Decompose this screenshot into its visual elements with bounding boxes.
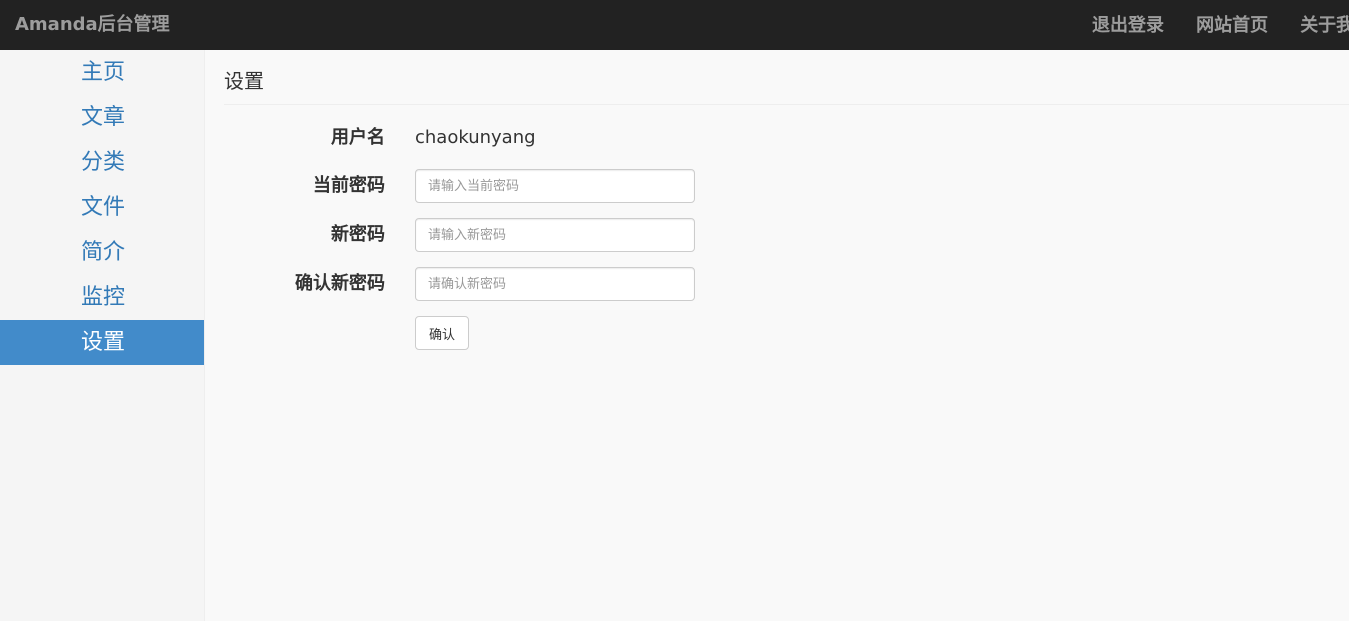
brand-logo[interactable]: Amanda后台管理 — [15, 0, 170, 50]
logout-link[interactable]: 退出登录 — [1092, 0, 1164, 50]
about-me-link[interactable]: 关于我 — [1300, 0, 1349, 50]
new-password-input[interactable] — [415, 218, 695, 252]
confirm-button[interactable]: 确认 — [415, 316, 469, 350]
current-password-label: 当前密码 — [313, 175, 385, 196]
site-home-link[interactable]: 网站首页 — [1196, 0, 1268, 50]
sidebar-item-files[interactable]: 文件 — [0, 185, 204, 230]
sidebar-item-settings[interactable]: 设置 — [0, 320, 204, 365]
sidebar: 主页 文章 分类 文件 简介 监控 设置 — [0, 50, 205, 621]
sidebar-item-monitor[interactable]: 监控 — [0, 275, 204, 320]
top-navbar: Amanda后台管理 退出登录 网站首页 关于我 — [0, 0, 1349, 50]
confirm-password-label: 确认新密码 — [295, 273, 385, 294]
username-value: chaokunyang — [415, 127, 536, 148]
sidebar-item-articles[interactable]: 文章 — [0, 95, 204, 140]
current-password-input[interactable] — [415, 169, 695, 203]
main-content: 设置 用户名 chaokunyang 当前密码 新密码 确认新密码 确认 — [224, 50, 1349, 621]
sidebar-item-profile[interactable]: 简介 — [0, 230, 204, 275]
sidebar-item-home[interactable]: 主页 — [0, 50, 204, 95]
confirm-password-input[interactable] — [415, 267, 695, 301]
page-header: 设置 — [224, 50, 1349, 105]
page-title: 设置 — [224, 69, 264, 93]
new-password-label: 新密码 — [331, 224, 385, 245]
sidebar-item-categories[interactable]: 分类 — [0, 140, 204, 185]
top-nav-links: 退出登录 网站首页 关于我 — [1092, 0, 1349, 50]
username-label: 用户名 — [331, 127, 385, 148]
